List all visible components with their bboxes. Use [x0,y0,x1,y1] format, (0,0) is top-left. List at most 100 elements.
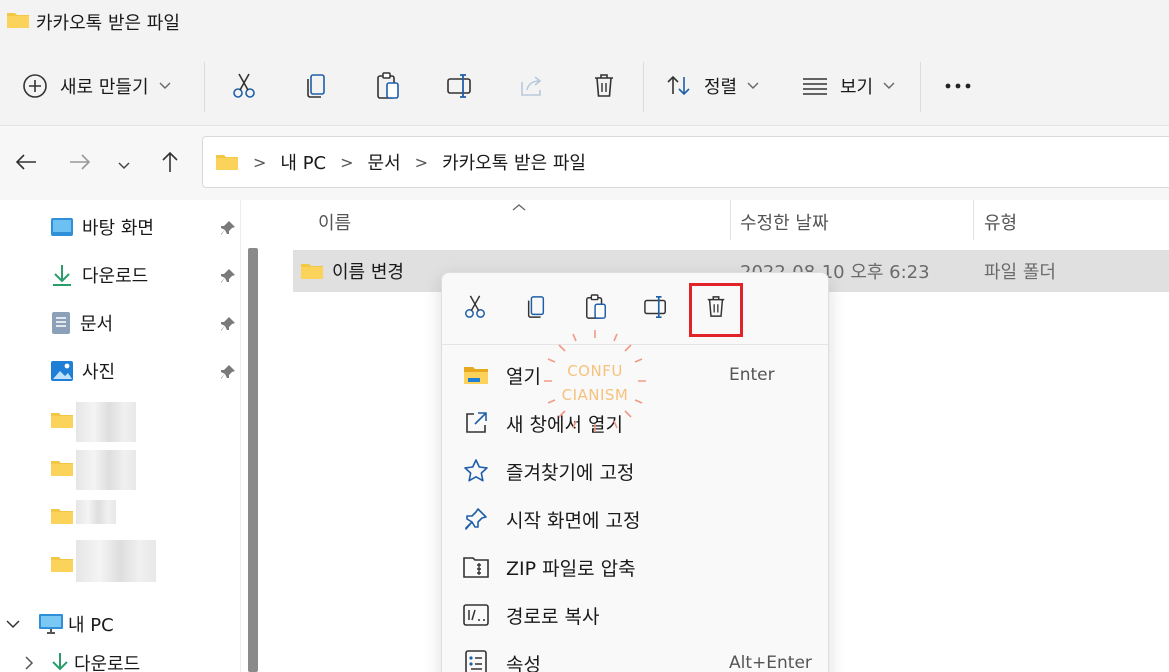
sidebar-item-label: 사진 [82,362,116,383]
breadcrumb-documents[interactable]: 문서 [368,149,401,175]
folder-open-icon [462,361,490,389]
chevron-down-icon [118,155,130,174]
menu-item-label: 시작 화면에 고정 [506,509,641,532]
sidebar-item-label: 문서 [80,314,114,335]
pin-icon[interactable] [220,364,236,384]
chevron-down-icon [747,82,759,90]
recent-locations-button[interactable] [106,146,142,182]
delete-button[interactable] [584,66,624,106]
context-cut-button[interactable] [455,289,495,329]
computer-icon [38,613,64,635]
pin-icon[interactable] [220,268,236,288]
pane-divider[interactable] [240,200,241,672]
menu-item-compress-zip[interactable]: ZIP 파일로 압축 [442,543,828,591]
zip-folder-icon [462,553,490,581]
rename-button[interactable] [440,66,480,106]
picture-icon [50,360,74,382]
forward-button[interactable] [62,146,98,182]
column-separator[interactable] [730,200,731,240]
menu-item-copy-path[interactable]: 경로로 복사 [442,591,828,639]
sidebar-item-label: 다운로드 [74,654,141,672]
menu-item-label: 경로로 복사 [506,605,600,628]
delete-highlight-box [689,283,743,337]
navigation-pane: 바탕 화면 다운로드 문서 사진 내 PC 다운로드 [0,200,262,672]
chevron-right-icon[interactable] [24,656,34,670]
column-header-date[interactable]: 수정한 날짜 [740,204,829,240]
redacted-folder-name [76,402,136,442]
chevron-down-icon [883,82,895,90]
copy-path-icon [462,601,490,629]
chevron-down-icon [159,82,171,90]
desktop-icon [50,217,74,237]
menu-item-label: 즐겨찾기에 고정 [506,461,635,484]
column-separator[interactable] [973,200,974,240]
sidebar-item-desktop[interactable]: 바탕 화면 [50,207,290,247]
watermark-line2: CIANISM [561,386,629,404]
context-rename-button[interactable] [636,289,676,329]
folder-icon[interactable] [50,554,74,578]
paste-button[interactable] [368,66,408,106]
column-header-name[interactable]: 이름 [318,204,351,240]
breadcrumb-current-folder[interactable]: 카카오톡 받은 파일 [442,149,586,175]
file-name: 이름 변경 [332,262,404,283]
breadcrumb-this-pc[interactable]: 내 PC [280,149,326,175]
sort-button[interactable]: 정렬 [666,66,759,106]
back-button[interactable] [8,146,44,182]
menu-item-properties[interactable]: 속성 Alt+Enter [442,639,828,672]
watermark-sunburst [544,330,646,432]
plus-circle-icon [22,73,48,99]
toolbar-separator [920,62,921,112]
context-copy-button[interactable] [516,289,556,329]
folder-icon[interactable] [50,506,74,530]
clipboard-icon [584,293,608,325]
toolbar-separator [643,62,644,112]
pin-icon[interactable] [220,220,236,240]
sidebar-item-downloads-sub[interactable]: 다운로드 [24,648,264,672]
sidebar-item-this-pc[interactable]: 내 PC [6,604,246,644]
new-button[interactable]: 새로 만들기 [22,66,171,106]
folder-icon [215,152,239,172]
share-icon [519,74,545,98]
download-arrow-icon [50,264,74,286]
document-icon [50,311,72,335]
pin-icon[interactable] [220,316,236,336]
menu-item-pin-favorites[interactable]: 즐겨찾기에 고정 [442,447,828,495]
redacted-folder-name [76,450,136,490]
copy-button[interactable] [296,66,336,106]
cut-button[interactable] [224,66,264,106]
navigation-bar: > 내 PC > 문서 > 카카오톡 받은 파일 [0,126,1169,200]
column-header-type[interactable]: 유형 [984,204,1017,240]
window-title: 카카오톡 받은 파일 [36,13,180,34]
redacted-folder-name [76,540,156,582]
chevron-down-icon[interactable] [6,619,20,629]
arrow-left-icon [15,153,37,175]
sidebar-scrollbar[interactable] [248,248,258,672]
sort-arrows-icon [666,74,692,98]
command-bar: 새로 만들기 정렬 보기 [0,44,1169,126]
folder-icon[interactable] [50,458,74,482]
sidebar-item-label: 바탕 화면 [82,218,154,239]
toolbar-separator [204,62,205,112]
copy-icon [304,72,328,100]
more-options-button[interactable] [938,66,978,106]
share-button[interactable] [512,66,552,106]
context-paste-button[interactable] [576,289,616,329]
scissors-icon [231,72,257,100]
redacted-folder-name [76,500,116,524]
new-button-label: 새로 만들기 [60,77,149,98]
up-button[interactable] [152,146,188,182]
view-button[interactable]: 보기 [802,66,895,106]
arrow-up-icon [160,151,180,177]
menu-item-pin-start[interactable]: 시작 화면에 고정 [442,495,828,543]
open-external-icon [462,409,490,437]
menu-item-label: 속성 [506,653,541,672]
rename-icon [643,295,669,323]
sort-indicator-icon [512,196,526,215]
view-button-label: 보기 [840,77,874,98]
folder-icon [300,261,324,281]
copy-icon [525,294,547,324]
folder-icon[interactable] [50,410,74,434]
address-bar[interactable]: > 내 PC > 문서 > 카카오톡 받은 파일 [202,136,1169,188]
pin-icon [462,505,490,533]
file-name-cell[interactable]: 이름 변경 [300,250,404,292]
